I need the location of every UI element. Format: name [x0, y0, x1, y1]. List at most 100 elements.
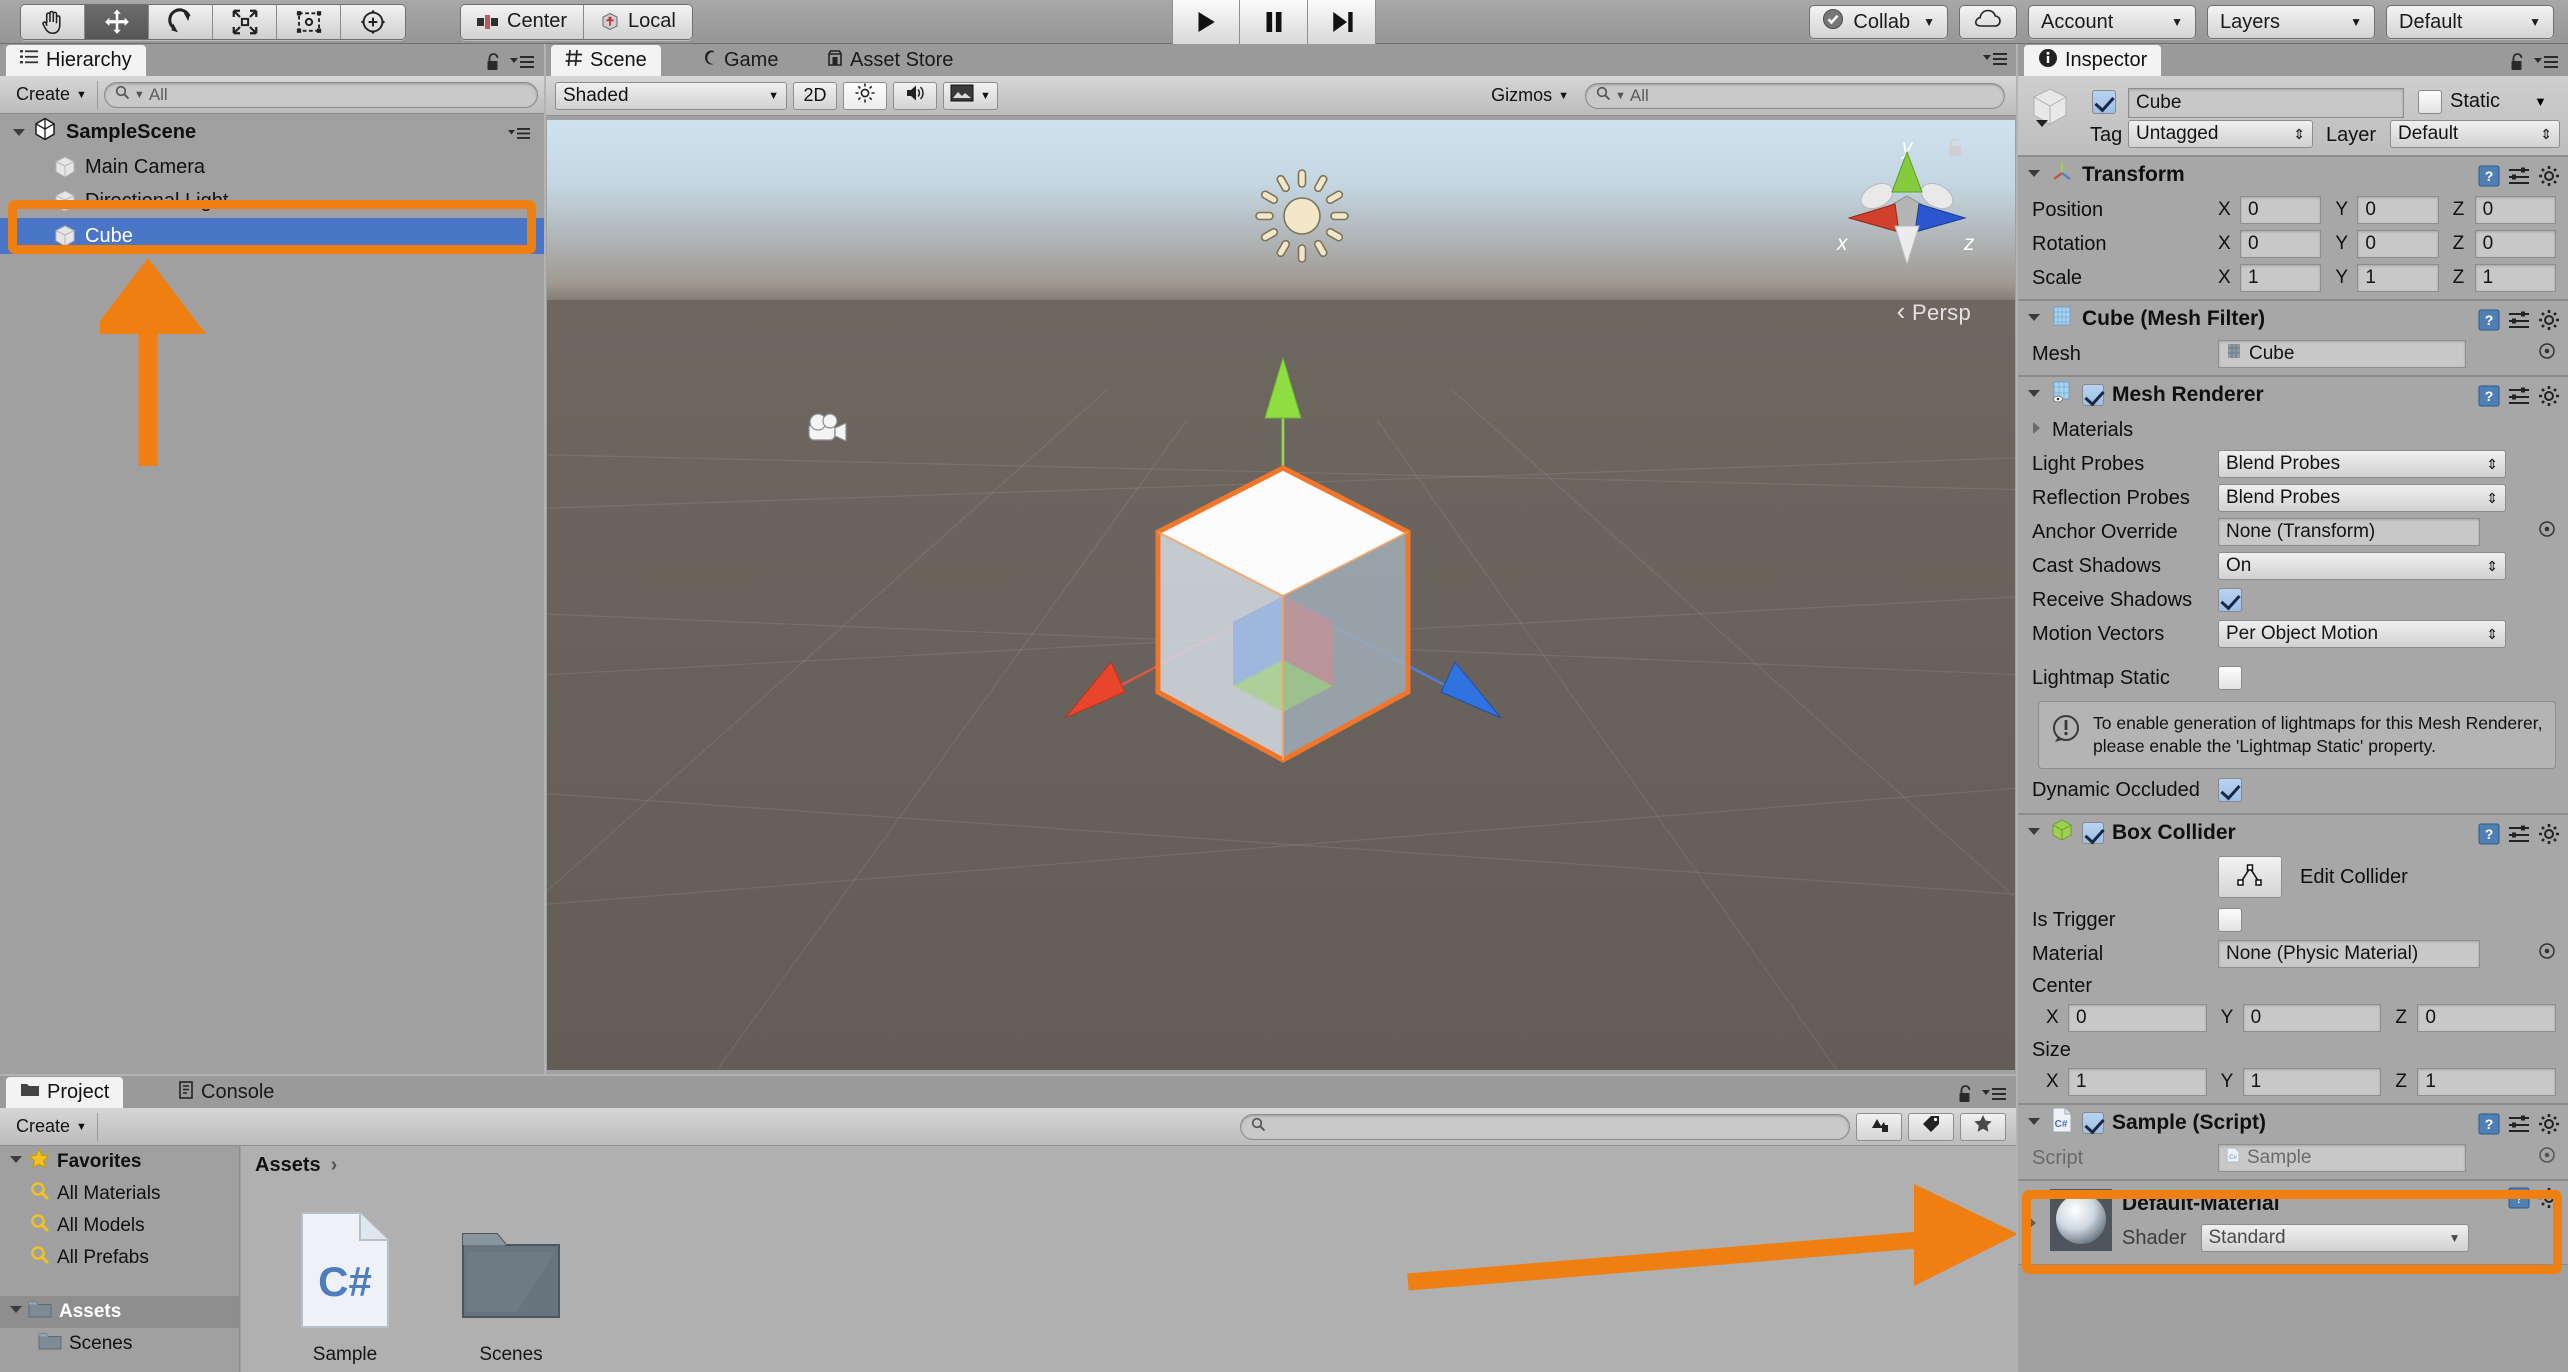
layout-button[interactable]: Default ▼: [2386, 5, 2554, 39]
asset-item-scenes[interactable]: Scenes: [451, 1210, 571, 1372]
step-button[interactable]: [1308, 0, 1376, 44]
object-picker-icon[interactable]: [2538, 342, 2556, 366]
rotation-y-field[interactable]: 0: [2357, 230, 2439, 258]
tab-inspector[interactable]: Inspector: [2024, 45, 2162, 76]
scene-orientation-gizmo[interactable]: y x z: [1827, 134, 1987, 294]
tab-scene[interactable]: Scene: [551, 45, 661, 76]
chevron-right-icon[interactable]: [2028, 419, 2044, 442]
panel-options-icon[interactable]: [1983, 52, 2007, 71]
mesh-renderer-header[interactable]: Mesh Renderer ?: [2018, 377, 2568, 413]
pivot-mode-button[interactable]: Center: [461, 4, 585, 39]
lock-icon[interactable]: [1957, 1084, 1974, 1109]
filter-by-type-button[interactable]: [1856, 1112, 1902, 1141]
object-picker-icon[interactable]: [2538, 942, 2556, 966]
asset-item-sample[interactable]: C# Sample: [285, 1210, 405, 1372]
scale-z-field[interactable]: 1: [2474, 264, 2556, 292]
shader-dropdown[interactable]: Standard ▼: [2200, 1224, 2469, 1253]
scene-draw-mode-dropdown[interactable]: Shaded ▼: [555, 81, 787, 110]
divider-hierarchy-scene[interactable]: [544, 44, 546, 1074]
chevron-down-icon[interactable]: [2026, 163, 2042, 187]
tab-project[interactable]: Project: [6, 1077, 124, 1108]
center-y-field[interactable]: 0: [2242, 1004, 2382, 1033]
hierarchy-item-samplescene[interactable]: SampleScene: [0, 114, 544, 150]
scene-perspective-label[interactable]: ‹ Persp: [1897, 296, 1971, 327]
center-z-field[interactable]: 0: [2417, 1004, 2557, 1033]
gear-icon[interactable]: [2538, 309, 2560, 337]
size-z-field[interactable]: 1: [2417, 1068, 2557, 1097]
panel-options-icon[interactable]: [510, 55, 534, 74]
is-trigger-checkbox[interactable]: [2218, 908, 2242, 933]
scene-lighting-toggle[interactable]: [843, 81, 887, 110]
gear-icon[interactable]: [2538, 385, 2560, 413]
transform-header[interactable]: Transform ?: [2018, 157, 2568, 193]
hierarchy-item-directional-light[interactable]: Directional Light: [0, 184, 544, 218]
chevron-down-icon[interactable]: [8, 1151, 24, 1173]
mesh-renderer-enabled-checkbox[interactable]: [2082, 384, 2104, 406]
sample-script-enabled-checkbox[interactable]: [2082, 1112, 2104, 1135]
chevron-down-icon[interactable]: [10, 123, 28, 141]
cast-shadows-dropdown[interactable]: On ⇕: [2218, 552, 2506, 580]
project-tree-item-all-materials[interactable]: All Materials: [0, 1178, 239, 1210]
gameobject-enabled-checkbox[interactable]: [2092, 90, 2116, 114]
lightmap-static-checkbox[interactable]: [2218, 666, 2242, 690]
project-tree-item-favorites[interactable]: Favorites: [0, 1146, 239, 1178]
help-icon[interactable]: ?: [2478, 165, 2500, 193]
anchor-override-field[interactable]: None (Transform): [2218, 518, 2480, 546]
divider-scene-project[interactable]: [0, 1074, 2016, 1076]
scale-tool-button[interactable]: [213, 4, 277, 39]
scene-viewport[interactable]: y x z ‹ Persp: [547, 120, 2015, 1070]
scene-effects-toggle[interactable]: ▼: [943, 81, 998, 110]
box-collider-enabled-checkbox[interactable]: [2082, 822, 2104, 845]
gear-icon[interactable]: [2538, 1187, 2560, 1214]
favorites-filter-button[interactable]: [1960, 1112, 2006, 1141]
edit-collider-button[interactable]: [2218, 856, 2282, 899]
box-collider-header[interactable]: Box Collider ?: [2018, 815, 2568, 851]
mesh-filter-header[interactable]: Cube (Mesh Filter) ?: [2018, 301, 2568, 337]
cube-object[interactable]: [1003, 300, 1563, 865]
scale-y-field[interactable]: 1: [2357, 264, 2439, 292]
gear-icon[interactable]: [2538, 823, 2560, 851]
scene-gizmos-button[interactable]: Gizmos ▼: [1481, 82, 1579, 110]
layers-button[interactable]: Layers ▼: [2207, 5, 2375, 39]
layer-dropdown[interactable]: Default ⇕: [2390, 120, 2560, 148]
position-z-field[interactable]: 0: [2474, 196, 2556, 224]
camera-gizmo[interactable]: [805, 410, 861, 459]
center-x-field[interactable]: 0: [2068, 1004, 2207, 1033]
reflection-probes-dropdown[interactable]: Blend Probes ⇕: [2218, 484, 2506, 512]
filter-by-label-button[interactable]: [1908, 1112, 1954, 1141]
project-tree-item-assets[interactable]: Assets: [0, 1296, 239, 1328]
help-icon[interactable]: ?: [2478, 823, 2500, 851]
script-object-field[interactable]: C# Sample: [2218, 1144, 2466, 1173]
rotate-tool-button[interactable]: [149, 4, 213, 39]
tab-console[interactable]: Console: [164, 1077, 288, 1108]
preset-icon[interactable]: [2508, 310, 2530, 336]
chevron-down-icon[interactable]: [8, 1301, 24, 1323]
help-icon[interactable]: ?: [2478, 309, 2500, 337]
size-y-field[interactable]: 1: [2242, 1068, 2382, 1097]
tab-hierarchy[interactable]: Hierarchy: [6, 45, 146, 76]
lock-icon[interactable]: [2509, 52, 2526, 77]
static-checkbox[interactable]: [2418, 90, 2442, 114]
gear-icon[interactable]: [2538, 1113, 2560, 1141]
size-x-field[interactable]: 1: [2068, 1068, 2207, 1097]
services-button[interactable]: [1959, 5, 2017, 39]
preset-icon[interactable]: [2508, 386, 2530, 412]
rect-tool-button[interactable]: [277, 4, 341, 39]
divider-scene-inspector[interactable]: [2016, 44, 2018, 1372]
position-y-field[interactable]: 0: [2357, 196, 2439, 224]
hierarchy-search-input[interactable]: ▼ All: [103, 81, 538, 108]
rotation-z-field[interactable]: 0: [2474, 230, 2556, 258]
hand-tool-button[interactable]: [21, 4, 85, 39]
chevron-down-icon[interactable]: [2026, 821, 2042, 845]
hierarchy-item-main-camera[interactable]: Main Camera: [0, 150, 544, 184]
hierarchy-item-cube[interactable]: Cube: [0, 218, 544, 254]
breadcrumb-assets[interactable]: Assets: [255, 1154, 321, 1177]
mesh-object-field[interactable]: Cube: [2218, 340, 2466, 368]
receive-shadows-checkbox[interactable]: [2218, 588, 2242, 612]
scene-audio-toggle[interactable]: [893, 81, 937, 110]
rotation-x-field[interactable]: 0: [2240, 230, 2322, 258]
tag-dropdown[interactable]: Untagged ⇕: [2128, 120, 2313, 148]
help-icon[interactable]: ?: [2508, 1187, 2530, 1214]
play-button[interactable]: [1172, 0, 1240, 44]
gear-icon[interactable]: [2538, 165, 2560, 193]
